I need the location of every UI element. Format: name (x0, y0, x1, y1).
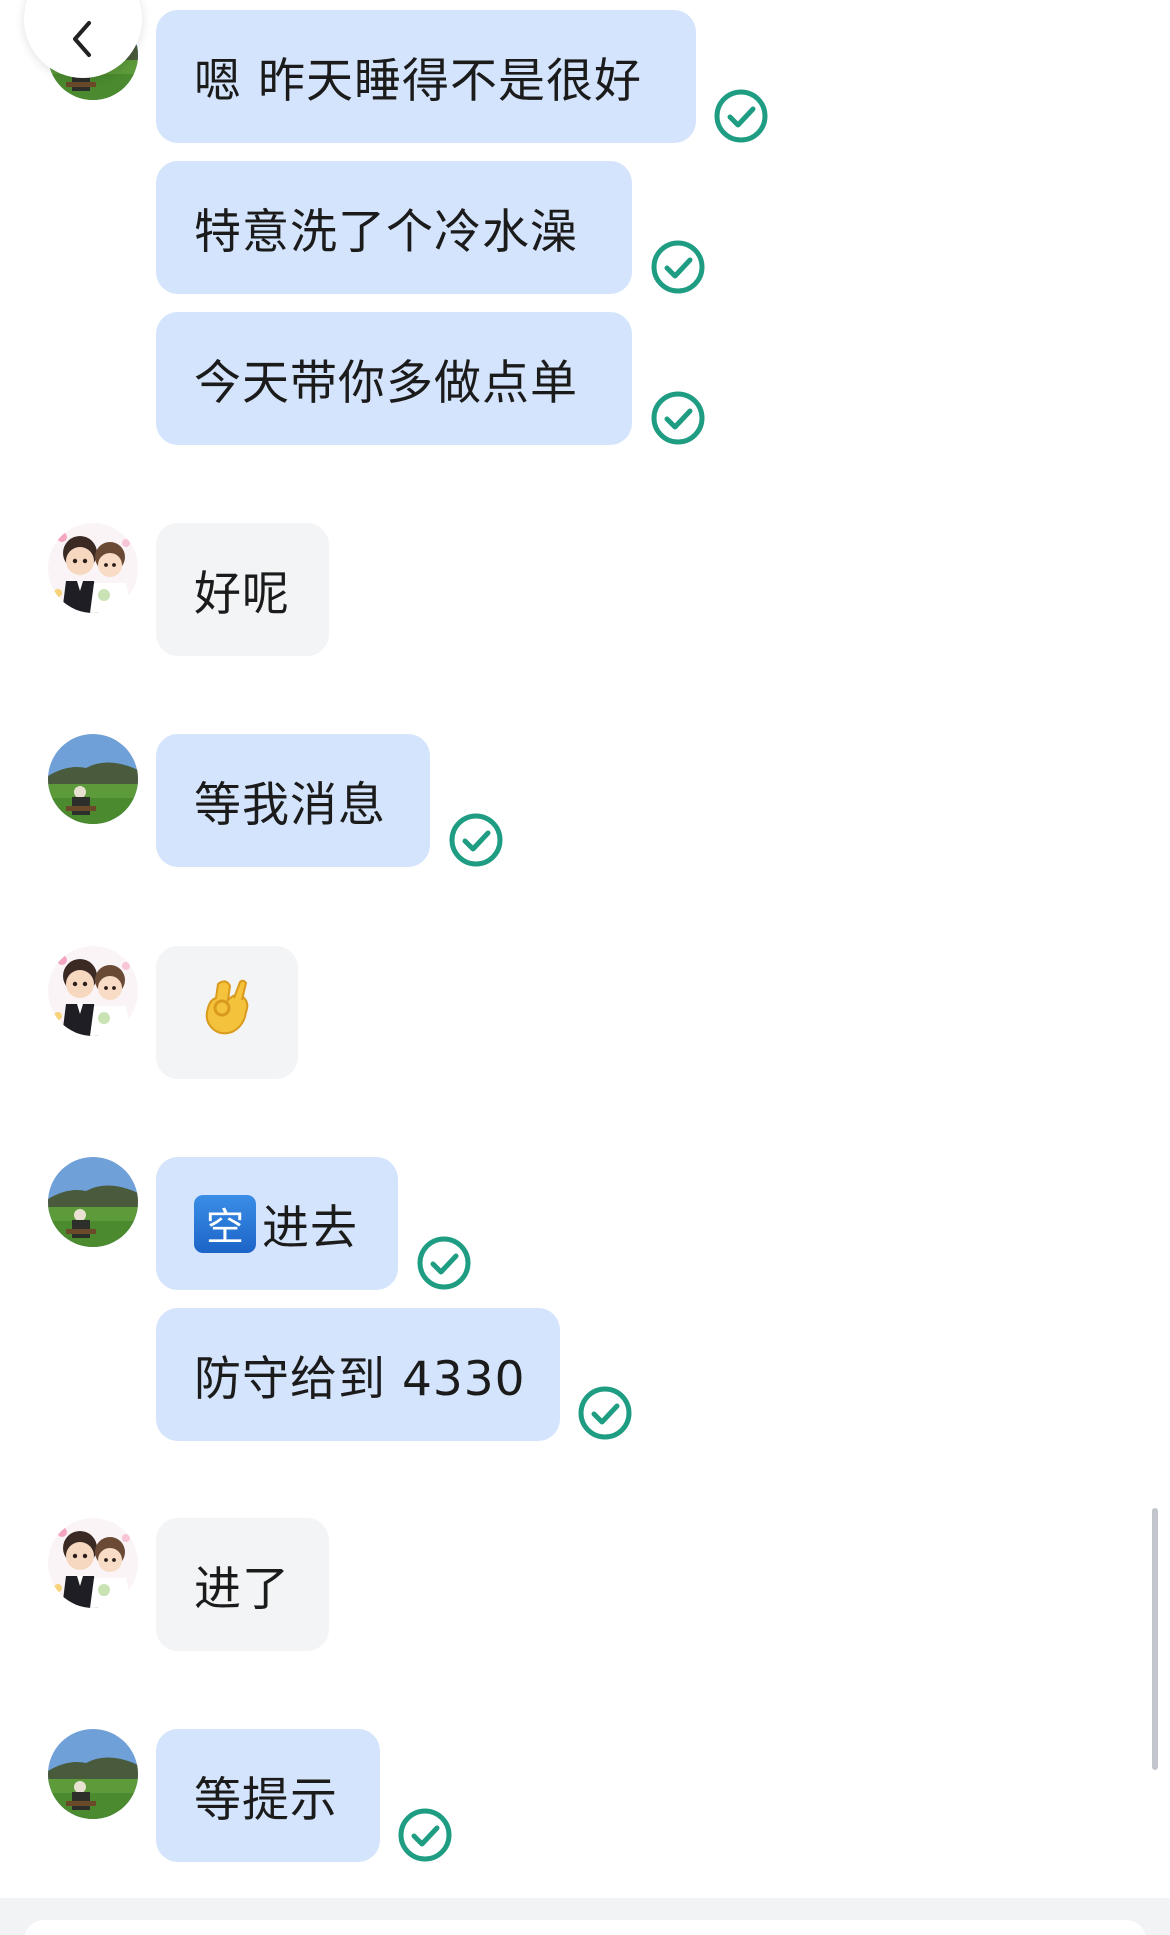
avatar-me[interactable] (48, 1729, 138, 1819)
chat-screen: 嗯 昨天睡得不是很好 特意洗了个冷水澡 今天带你多做点单 好呢 等我消息 空 进… (0, 0, 1170, 1935)
message-bubble[interactable]: 空 进去 (156, 1157, 398, 1290)
message-text: 进去 (262, 1201, 358, 1256)
input-bar (0, 1898, 1170, 1935)
message-bubble[interactable]: 防守给到 4330 (156, 1308, 560, 1441)
message-bubble[interactable]: 等我消息 (156, 734, 430, 867)
read-check-icon (397, 1807, 453, 1863)
message-bubble[interactable]: 进了 (156, 1518, 329, 1651)
message-bubble[interactable] (156, 946, 298, 1079)
read-check-icon (713, 88, 769, 144)
read-check-icon (650, 390, 706, 446)
read-check-icon (650, 239, 706, 295)
message-bubble[interactable]: 嗯 昨天睡得不是很好 (156, 10, 696, 143)
message-text: 特意洗了个冷水澡 (194, 205, 578, 260)
message-text: 嗯 昨天睡得不是很好 (194, 54, 642, 109)
message-bubble[interactable]: 今天带你多做点单 (156, 312, 632, 445)
chevron-left-icon (73, 21, 91, 57)
kong-emoji-icon: 空 (194, 1194, 256, 1253)
message-text: 好呢 (194, 567, 290, 622)
avatar-other[interactable] (48, 946, 138, 1036)
read-check-icon (448, 812, 504, 868)
avatar-other[interactable] (48, 523, 138, 613)
avatar-me[interactable] (48, 1157, 138, 1247)
message-bubble[interactable]: 特意洗了个冷水澡 (156, 161, 632, 294)
message-bubble[interactable]: 等提示 (156, 1729, 380, 1862)
read-check-icon (416, 1235, 472, 1291)
message-text: 进了 (194, 1562, 290, 1617)
message-input[interactable] (24, 1920, 1146, 1935)
message-text: 防守给到 4330 (194, 1352, 526, 1407)
ok-hand-emoji (198, 976, 256, 1050)
avatar-other[interactable] (48, 1518, 138, 1608)
message-text: 等提示 (194, 1773, 338, 1828)
message-text: 今天带你多做点单 (194, 356, 578, 411)
avatar-me[interactable] (48, 734, 138, 824)
message-bubble[interactable]: 好呢 (156, 523, 329, 656)
read-check-icon (577, 1385, 633, 1441)
scrollbar-thumb[interactable] (1152, 1508, 1158, 1770)
message-text: 等我消息 (194, 778, 386, 833)
